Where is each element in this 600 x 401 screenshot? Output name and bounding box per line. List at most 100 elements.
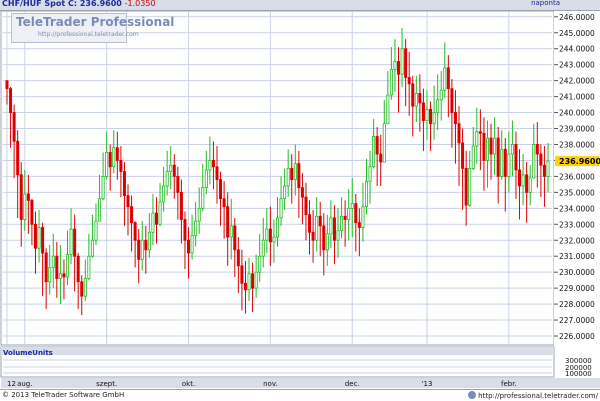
candle-body — [151, 212, 155, 233]
candle-body — [154, 212, 158, 225]
price-tick-label: 227.0000 — [559, 316, 595, 325]
logo-name: TeleTrader Professional — [16, 15, 175, 29]
candle-body — [485, 137, 489, 161]
price-tick-label: 226.0000 — [559, 332, 595, 341]
candle-body — [525, 174, 529, 193]
candle-body — [165, 171, 169, 187]
candle-body — [265, 228, 269, 241]
candle-body — [336, 230, 340, 241]
candle-body — [386, 94, 390, 125]
candle-body — [16, 140, 20, 176]
candle-body — [9, 88, 13, 113]
time-tick-label: nov. — [263, 380, 278, 388]
candle-body — [41, 227, 45, 254]
candle-body — [147, 231, 151, 251]
candle-body — [425, 108, 429, 121]
candle-body — [26, 193, 30, 201]
candle-body — [94, 220, 98, 241]
candle-body — [272, 236, 276, 243]
price-tick-label: 238.0000 — [559, 140, 595, 149]
candle-body — [115, 147, 119, 161]
candle-body — [535, 144, 539, 155]
logo-url: http://professional.teletrader.com — [38, 31, 139, 38]
candle-body — [475, 131, 479, 147]
candle-body — [137, 239, 141, 260]
candle-body — [464, 168, 468, 206]
candle-body — [528, 177, 532, 193]
candle-body — [521, 174, 525, 187]
candle-body — [194, 220, 198, 236]
price-tick-label: 233.0000 — [559, 220, 595, 229]
candle-body — [439, 89, 443, 101]
candle-body — [404, 48, 408, 78]
candle-body — [518, 169, 522, 187]
candle-body — [343, 215, 347, 220]
candle-body — [240, 265, 244, 284]
footer-url[interactable]: http://professional.teletrader.com/ — [478, 392, 598, 400]
candle-body — [76, 255, 80, 283]
candle-body — [493, 137, 497, 155]
candle-body — [382, 123, 386, 163]
volume-panel-label: VolumeUnits — [3, 349, 53, 357]
candle-body — [261, 239, 265, 257]
candle-body — [357, 222, 361, 228]
candle-body — [397, 61, 401, 75]
candle-body — [130, 206, 134, 224]
candle-body — [83, 278, 87, 297]
candle-body — [461, 142, 465, 169]
teletrader-logo: TeleTrader Professional http://professio… — [11, 13, 174, 43]
price-tick-label: 232.0000 — [559, 236, 595, 245]
volume-tick-label: 100000 — [565, 370, 592, 378]
candle-body — [33, 223, 37, 249]
candle-body — [478, 131, 482, 134]
candle-body — [471, 145, 475, 169]
candle-body — [290, 168, 294, 180]
candle-body — [122, 171, 126, 196]
candle-body — [51, 255, 55, 268]
chart-header: CHF/HUF Spot C: 236.9600 -1.0350 naponta — [0, 0, 600, 11]
candle-body — [304, 196, 308, 216]
header-instrument: CHF/HUF Spot C: 236.9600 -1.0350 — [2, 0, 156, 8]
candle-body — [62, 273, 66, 278]
candle-body — [48, 266, 52, 283]
candle-body — [30, 199, 34, 225]
candle-body — [308, 214, 312, 233]
candle-body — [372, 136, 376, 168]
candle-body — [542, 164, 546, 177]
candle-body — [453, 112, 457, 125]
candle-body — [5, 80, 9, 90]
time-tick-label: aug. — [17, 380, 32, 388]
chart-frame: 226.0000 227.0000 228.0000 229.0000 230.0000… — [0, 10, 600, 388]
candle-body — [507, 153, 511, 177]
time-tick-label: okt. — [182, 380, 195, 388]
candle-body — [482, 132, 486, 161]
candle-body — [393, 61, 397, 70]
candle-body — [510, 144, 514, 155]
globe-icon — [468, 391, 477, 399]
candle-body — [539, 153, 543, 166]
candle-body — [247, 273, 251, 291]
price-tick-label: 235.0000 — [559, 188, 595, 197]
candle-body — [322, 225, 326, 251]
candle-body — [55, 255, 59, 279]
candle-body — [418, 93, 422, 104]
candle-body — [364, 180, 368, 208]
candle-body — [375, 136, 379, 155]
candle-body — [350, 203, 354, 209]
candle-body — [293, 163, 297, 180]
candle-body — [169, 164, 173, 173]
candle-body — [119, 160, 123, 173]
candle-body — [44, 252, 48, 283]
footer-url-wrap[interactable]: http://professional.teletrader.com/ — [468, 391, 598, 400]
footer: © 2013 TeleTrader Software GmbH http://p… — [0, 389, 600, 401]
candle-body — [332, 217, 336, 241]
candle-body — [297, 163, 301, 188]
time-tick-label: '13 — [422, 380, 433, 388]
candle-body — [407, 77, 411, 85]
candle-body — [101, 176, 105, 200]
candle-body — [329, 217, 333, 235]
candle-body — [546, 160, 550, 177]
candle-body — [347, 207, 351, 220]
candle-body — [215, 166, 219, 180]
candle-body — [236, 249, 240, 267]
